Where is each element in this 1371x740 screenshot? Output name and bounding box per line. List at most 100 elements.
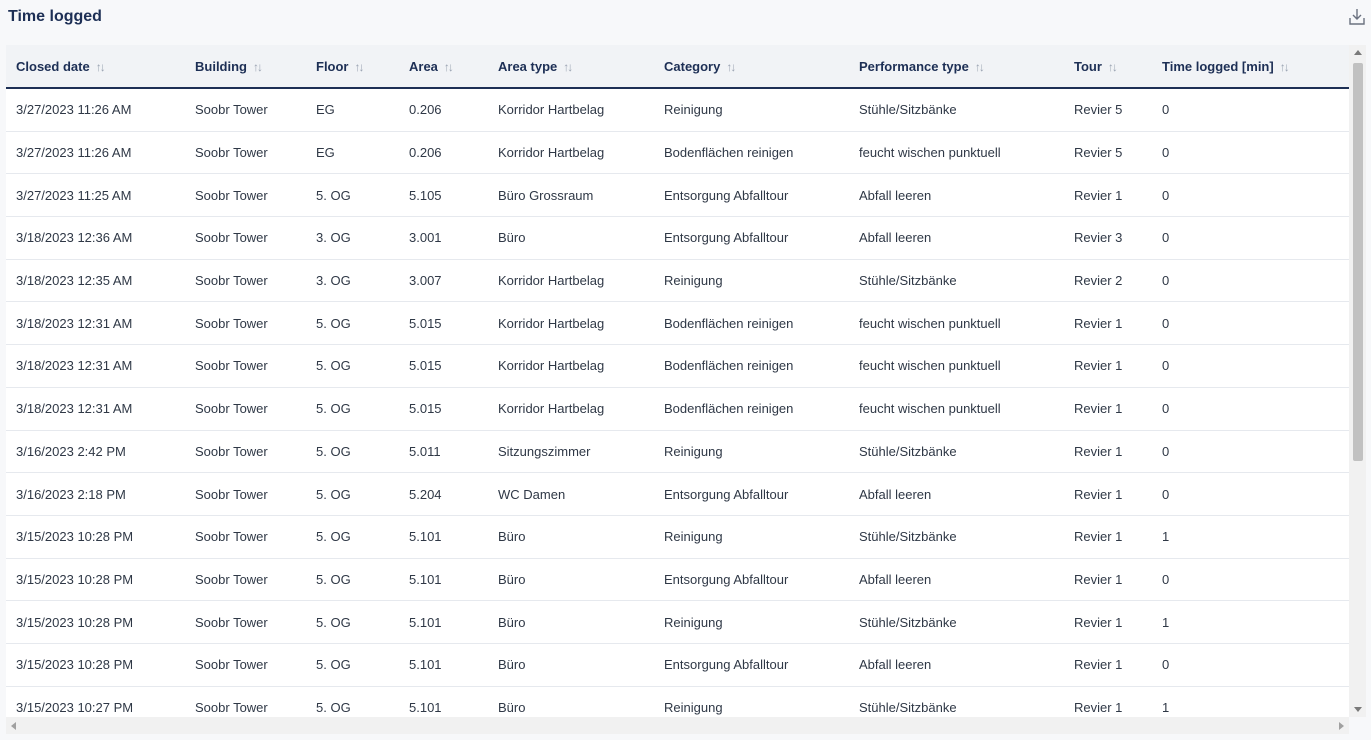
column-header[interactable]: Area ↑↓ — [399, 45, 488, 89]
table-cell: 3/15/2023 10:28 PM — [6, 600, 185, 644]
table-cell: Entsorgung Abfalltour — [654, 643, 849, 687]
table-cell: 3/18/2023 12:35 AM — [6, 259, 185, 303]
table-row[interactable]: 3/15/2023 10:28 PM Soobr Tower 5. OG 5.101 B… — [6, 515, 1349, 559]
sort-icon[interactable]: ↑↓ — [563, 60, 573, 74]
table-cell: Soobr Tower — [185, 131, 306, 175]
table-cell: Reinigung — [654, 600, 849, 644]
table-cell: Revier 1 — [1064, 301, 1152, 346]
column-header[interactable]: Time logged [min] ↑↓ — [1152, 45, 1349, 89]
table-cell: 3.007 — [399, 259, 488, 303]
sort-icon[interactable]: ↑↓ — [1280, 60, 1290, 74]
table-cell: feucht wischen punktuell — [849, 344, 1064, 388]
table-cell: WC Damen — [488, 472, 654, 516]
table-row[interactable]: 3/18/2023 12:36 AM Soobr Tower 3. OG 3.001 B… — [6, 216, 1349, 260]
table-cell: 5. OG — [306, 344, 399, 388]
sort-icon[interactable]: ↑↓ — [96, 60, 106, 74]
table-cell: Stühle/Sitzbänke — [849, 515, 1064, 559]
table-cell: 5.015 — [399, 387, 488, 431]
column-header-label: Area type — [498, 58, 558, 74]
table-cell: Revier 1 — [1064, 430, 1152, 474]
table-cell: 5.011 — [399, 430, 488, 474]
table-cell: Stühle/Sitzbänke — [849, 686, 1064, 717]
sort-icon[interactable]: ↑↓ — [253, 60, 263, 74]
scroll-up-icon[interactable] — [1354, 50, 1362, 55]
vertical-scrollbar[interactable] — [1349, 45, 1366, 717]
table-cell: Entsorgung Abfalltour — [654, 216, 849, 260]
column-header[interactable]: Building ↑↓ — [185, 45, 306, 89]
table-cell: 0 — [1152, 472, 1349, 516]
sort-icon[interactable]: ↑↓ — [975, 60, 985, 74]
vertical-scroll-thumb[interactable] — [1353, 63, 1363, 461]
table-cell: Soobr Tower — [185, 88, 306, 132]
download-icon[interactable] — [1349, 8, 1365, 26]
table-row[interactable]: 3/15/2023 10:28 PM Soobr Tower 5. OG 5.101 B… — [6, 558, 1349, 602]
scroll-down-icon[interactable] — [1354, 707, 1362, 712]
table-cell: 3/27/2023 11:25 AM — [6, 173, 185, 218]
table-cell: Entsorgung Abfalltour — [654, 173, 849, 218]
table-cell: 5.101 — [399, 643, 488, 687]
horizontal-scrollbar[interactable] — [6, 717, 1349, 734]
column-header[interactable]: Area type ↑↓ — [488, 45, 654, 89]
table-cell: Abfall leeren — [849, 643, 1064, 687]
table-cell: Reinigung — [654, 430, 849, 474]
column-header[interactable]: Category ↑↓ — [654, 45, 849, 89]
table-row[interactable]: 3/16/2023 2:18 PM Soobr Tower 5. OG 5.204 WC… — [6, 472, 1349, 516]
table-row[interactable]: 3/15/2023 10:27 PM Soobr Tower 5. OG 5.101 B… — [6, 686, 1349, 717]
table-cell: Revier 1 — [1064, 558, 1152, 602]
scroll-left-icon[interactable] — [11, 722, 16, 730]
table-cell: Stühle/Sitzbänke — [849, 430, 1064, 474]
column-header[interactable]: Tour ↑↓ — [1064, 45, 1152, 89]
sort-icon[interactable]: ↑↓ — [355, 60, 365, 74]
table-cell: 5.101 — [399, 558, 488, 602]
sort-icon[interactable]: ↑↓ — [1108, 60, 1118, 74]
table-cell: 0 — [1152, 643, 1349, 687]
table-row[interactable]: 3/15/2023 10:28 PM Soobr Tower 5. OG 5.101 B… — [6, 643, 1349, 687]
table-cell: 3/18/2023 12:31 AM — [6, 387, 185, 431]
table-cell: 3/18/2023 12:36 AM — [6, 216, 185, 260]
table-row[interactable]: 3/18/2023 12:31 AM Soobr Tower 5. OG 5.015 K… — [6, 344, 1349, 388]
table-row[interactable]: 3/18/2023 12:35 AM Soobr Tower 3. OG 3.007 K… — [6, 259, 1349, 303]
table-cell: Revier 1 — [1064, 173, 1152, 218]
table-cell: Soobr Tower — [185, 686, 306, 717]
scroll-right-icon[interactable] — [1339, 722, 1344, 730]
column-header-label: Time logged [min] — [1162, 58, 1274, 74]
table-cell: 3/16/2023 2:18 PM — [6, 472, 185, 516]
table-cell: Reinigung — [654, 515, 849, 559]
sort-icon[interactable]: ↑↓ — [726, 60, 736, 74]
table-cell: Bodenflächen reinigen — [654, 387, 849, 431]
table-cell: 3/15/2023 10:28 PM — [6, 558, 185, 602]
table-cell: 3/15/2023 10:27 PM — [6, 686, 185, 717]
column-header[interactable]: Floor ↑↓ — [306, 45, 399, 89]
table-cell: Büro — [488, 216, 654, 260]
table-cell: Revier 1 — [1064, 472, 1152, 516]
table-cell: Revier 5 — [1064, 131, 1152, 175]
table-cell: 3/18/2023 12:31 AM — [6, 301, 185, 346]
table-cell: Revier 2 — [1064, 259, 1152, 303]
table-cell: Revier 1 — [1064, 515, 1152, 559]
table-cell: Korridor Hartbelag — [488, 88, 654, 132]
table-cell: Abfall leeren — [849, 472, 1064, 516]
table-cell: Revier 1 — [1064, 643, 1152, 687]
table-cell: Soobr Tower — [185, 515, 306, 559]
table-cell: 1 — [1152, 515, 1349, 559]
column-header-label: Tour — [1074, 58, 1102, 74]
table-row[interactable]: 3/18/2023 12:31 AM Soobr Tower 5. OG 5.015 K… — [6, 301, 1349, 346]
column-header[interactable]: Closed date ↑↓ — [6, 45, 185, 89]
table-row[interactable]: 3/18/2023 12:31 AM Soobr Tower 5. OG 5.015 K… — [6, 387, 1349, 431]
table-cell: EG — [306, 131, 399, 175]
table-cell: Revier 3 — [1064, 216, 1152, 260]
table-row[interactable]: 3/27/2023 11:25 AM Soobr Tower 5. OG 5.105 B… — [6, 173, 1349, 218]
table-row[interactable]: 3/15/2023 10:28 PM Soobr Tower 5. OG 5.101 B… — [6, 600, 1349, 644]
table-cell: Korridor Hartbelag — [488, 301, 654, 346]
table-cell: Revier 1 — [1064, 600, 1152, 644]
table-row[interactable]: 3/27/2023 11:26 AM Soobr Tower EG 0.206 Korr… — [6, 131, 1349, 175]
table-row[interactable]: 3/16/2023 2:42 PM Soobr Tower 5. OG 5.011 Si… — [6, 430, 1349, 474]
table-cell: 5. OG — [306, 515, 399, 559]
table-row[interactable]: 3/27/2023 11:26 AM Soobr Tower EG 0.206 Korr… — [6, 88, 1349, 132]
table-cell: Bodenflächen reinigen — [654, 131, 849, 175]
column-header[interactable]: Performance type ↑↓ — [849, 45, 1064, 89]
time-logged-table: Closed date ↑↓ Building ↑↓ Floor ↑↓ Area ↑↓ Area… — [6, 45, 1349, 717]
table-cell: Reinigung — [654, 88, 849, 132]
table-cell: Revier 1 — [1064, 344, 1152, 388]
sort-icon[interactable]: ↑↓ — [444, 60, 454, 74]
